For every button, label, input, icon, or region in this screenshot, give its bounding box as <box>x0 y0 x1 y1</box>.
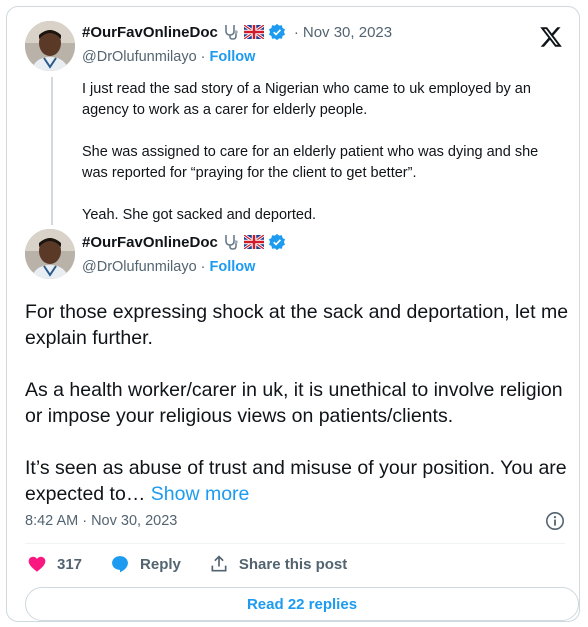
divider <box>25 543 565 544</box>
main-handle-row: @DrOlufunmilayo · Follow <box>82 259 255 275</box>
main-last-paragraph: It’s seen as abuse of trust and misuse o… <box>25 457 567 505</box>
author-handle[interactable]: @DrOlufunmilayo <box>82 259 197 275</box>
main-author-row: #OurFavOnlineDoc <box>82 233 286 251</box>
main-paragraph-truncated: It’s seen as abuse of trust and misuse o… <box>25 455 577 507</box>
author-handle[interactable]: @DrOlufunmilayo <box>82 49 197 65</box>
avatar[interactable] <box>25 229 75 279</box>
handle-separator: · <box>200 49 206 65</box>
parent-handle-row: @DrOlufunmilayo · Follow <box>82 49 255 65</box>
parent-post-text: I just read the sad story of a Nigerian … <box>82 79 562 247</box>
parent-paragraph: Yeah. She got sacked and deported. <box>82 207 317 223</box>
verified-badge-icon <box>268 23 286 41</box>
share-label: Share this post <box>238 555 348 573</box>
main-paragraph: As a health worker/carer in uk, it is un… <box>25 379 563 427</box>
uk-flag-icon <box>243 25 264 39</box>
show-more-link[interactable]: Show more <box>151 483 250 505</box>
heart-icon <box>28 556 46 572</box>
verified-badge-icon <box>268 233 286 251</box>
like-button[interactable]: 317 <box>27 554 82 574</box>
post-timestamp[interactable]: 8:42 AM · Nov 30, 2023 <box>25 513 177 529</box>
reply-label: Reply <box>140 555 181 573</box>
like-count: 317 <box>57 555 83 573</box>
main-post-text: For those expressing shock at the sack a… <box>25 299 577 507</box>
follow-button[interactable]: Follow <box>209 259 255 275</box>
share-icon <box>211 555 227 572</box>
share-button[interactable]: Share this post <box>209 554 347 574</box>
info-icon[interactable] <box>545 511 565 531</box>
parent-paragraph: She was assigned to care for an elderly … <box>82 144 539 181</box>
post-actions: 317 Reply Share this post <box>27 554 375 574</box>
thread-connector-line <box>51 77 53 225</box>
post-separator: · <box>293 23 299 41</box>
author-display-name[interactable]: #OurFavOnlineDoc <box>82 234 218 251</box>
main-paragraph: For those expressing shock at the sack a… <box>25 301 569 349</box>
author-display-name[interactable]: #OurFavOnlineDoc <box>82 24 218 41</box>
read-replies-button[interactable]: Read 22 replies <box>25 587 579 621</box>
stethoscope-icon <box>222 233 240 251</box>
parent-author-row: #OurFavOnlineDoc · Nov 30, 2023 <box>82 23 392 41</box>
embedded-post-card: #OurFavOnlineDoc · Nov 30, 2023 @DrOlufu… <box>6 6 580 622</box>
speech-bubble-icon <box>112 556 128 573</box>
x-logo-icon[interactable] <box>539 25 563 49</box>
post-date[interactable]: Nov 30, 2023 <box>303 24 392 41</box>
stethoscope-icon <box>222 23 240 41</box>
avatar[interactable] <box>25 21 75 71</box>
follow-button[interactable]: Follow <box>209 49 255 65</box>
reply-button[interactable]: Reply <box>110 554 181 574</box>
handle-separator: · <box>200 259 206 275</box>
uk-flag-icon <box>243 235 264 249</box>
parent-paragraph: I just read the sad story of a Nigerian … <box>82 81 531 118</box>
